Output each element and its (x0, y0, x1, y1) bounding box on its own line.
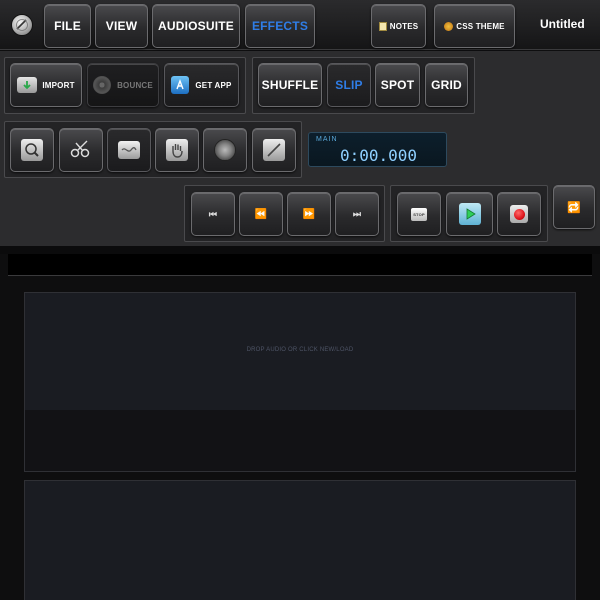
zoom-tool-button[interactable] (10, 128, 54, 172)
timeline-ruler[interactable] (8, 254, 592, 276)
palette-icon (444, 21, 454, 31)
import-button[interactable]: IMPORT (10, 63, 82, 107)
play-icon (458, 203, 481, 225)
go-to-start-button[interactable]: ⏮ (191, 192, 235, 236)
go-to-end-button[interactable]: ⏭ (335, 192, 379, 236)
project-title: Untitled (540, 17, 585, 31)
loop-icon: 🔁 (567, 201, 581, 214)
css-theme-button[interactable]: CSS THEME (434, 4, 515, 48)
pencil-icon (263, 139, 285, 161)
app-store-icon (171, 76, 190, 94)
bounce-label: BOUNCE (117, 80, 153, 90)
scrub-tool-button[interactable] (203, 128, 247, 172)
rewind-icon: ⏪ (254, 208, 268, 220)
grabber-tool-button[interactable] (155, 128, 199, 172)
loop-button[interactable]: 🔁 (553, 185, 595, 229)
play-button[interactable] (446, 192, 493, 236)
bounce-disc-icon (93, 76, 112, 94)
main-counter-display: MAIN 0:00.000 (308, 132, 447, 167)
notes-label: NOTES (389, 21, 419, 31)
css-theme-label: CSS THEME (456, 21, 505, 31)
import-folder-icon (17, 77, 38, 93)
drop-audio-hint: DROP AUDIO OR CLICK NEW/LOAD (246, 347, 354, 353)
stop-icon: STOP (411, 207, 427, 221)
counter-label: MAIN (316, 136, 338, 143)
record-icon (510, 205, 528, 223)
selector-icon (118, 141, 140, 159)
slip-mode-button[interactable]: SLIP (327, 63, 371, 107)
audiosuite-menu-button[interactable]: AUDIOSUITE (152, 4, 240, 48)
get-app-label: GET APP (195, 80, 232, 90)
fast-forward-icon: ⏩ (302, 208, 316, 220)
top-menu-bar: FILE VIEW AUDIOSUITE EFFECTS NOTES CSS T… (0, 0, 600, 50)
counter-value: 0:00.000 (339, 146, 418, 165)
stop-label: STOP (413, 211, 425, 217)
get-app-button[interactable]: GET APP (164, 63, 239, 107)
pencil-tool-button[interactable] (252, 128, 296, 172)
notepad-icon (378, 21, 387, 31)
track-1-drop-zone[interactable]: DROP AUDIO OR CLICK NEW/LOAD (25, 293, 575, 410)
app-logo-icon[interactable] (11, 14, 33, 36)
scissors-icon (70, 139, 92, 162)
selector-tool-button[interactable] (107, 128, 151, 172)
speaker-dial-icon (214, 139, 236, 161)
grid-mode-button[interactable]: GRID (425, 63, 468, 107)
view-menu-button[interactable]: VIEW (95, 4, 148, 48)
stop-button[interactable]: STOP (397, 192, 441, 236)
hand-icon (166, 139, 188, 161)
import-label: IMPORT (42, 80, 75, 90)
magnifier-icon (21, 139, 43, 161)
skip-back-icon: ⏮ (208, 208, 218, 219)
fast-forward-button[interactable]: ⏩ (287, 192, 331, 236)
audio-track-1[interactable]: DROP AUDIO OR CLICK NEW/LOAD (24, 292, 576, 472)
bounce-button[interactable]: BOUNCE (87, 63, 159, 107)
record-button[interactable] (497, 192, 541, 236)
track-2-drop-zone[interactable] (25, 481, 575, 600)
audio-track-2[interactable] (24, 480, 576, 600)
skip-forward-icon: ⏭ (352, 208, 362, 219)
shuffle-mode-button[interactable]: SHUFFLE (258, 63, 322, 107)
file-menu-button[interactable]: FILE (44, 4, 91, 48)
rewind-button[interactable]: ⏪ (239, 192, 283, 236)
notes-button[interactable]: NOTES (371, 4, 426, 48)
edit-window-divider (0, 246, 600, 254)
spot-mode-button[interactable]: SPOT (375, 63, 420, 107)
trim-tool-button[interactable] (59, 128, 103, 172)
effects-menu-button[interactable]: EFFECTS (245, 4, 315, 48)
